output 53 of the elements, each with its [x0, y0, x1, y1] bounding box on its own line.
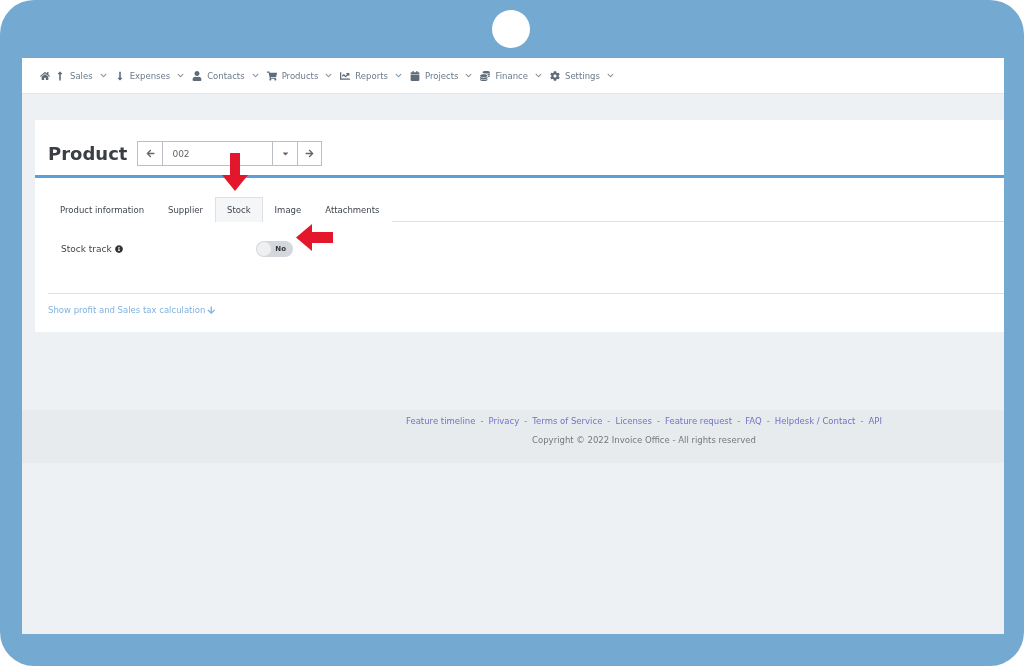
copyright-text: Copyright © 2022 Invoice Office - All rights reserved	[532, 435, 756, 445]
left-arrow-icon	[145, 149, 155, 158]
footer-link[interactable]: FAQ	[745, 416, 762, 426]
separator: -	[656, 416, 660, 426]
nav-menu-item[interactable]: Finance	[495, 70, 528, 81]
footer-link[interactable]: Helpdesk / Contact	[774, 416, 856, 426]
coins-icon	[480, 70, 491, 81]
nav-menu-item[interactable]: Reports	[355, 70, 388, 81]
down-arrow-icon	[207, 305, 216, 315]
separator: -	[860, 416, 864, 426]
tab[interactable]: Stock	[215, 197, 263, 222]
separator: -	[607, 416, 611, 426]
record-field[interactable]: 002	[162, 142, 274, 165]
chevron-down-icon	[251, 72, 259, 79]
nav-menu-item[interactable]: Expenses	[129, 70, 171, 81]
camera-dot	[492, 10, 530, 48]
field-label: Stock track	[61, 243, 112, 254]
footer-link[interactable]: API	[868, 416, 882, 426]
record-picker[interactable]: 002	[137, 141, 323, 166]
chevron-down-icon	[325, 72, 333, 79]
nav-menu-item[interactable]: Products	[281, 70, 319, 81]
chevron-down-icon	[535, 72, 542, 79]
calendar-icon	[409, 70, 420, 81]
chart-icon	[340, 70, 351, 81]
cart-icon	[266, 70, 277, 81]
chevron-down-icon	[99, 72, 107, 79]
settings-icon	[550, 70, 560, 81]
person-icon	[192, 70, 203, 81]
footer-link[interactable]: Licenses	[615, 416, 652, 426]
footer-link[interactable]: Feature request	[665, 416, 733, 426]
page-title: Product	[48, 143, 128, 164]
separator: -	[480, 416, 484, 426]
nav-menu-item[interactable]: Settings	[565, 70, 600, 81]
footer-link[interactable]: Privacy	[488, 416, 520, 426]
nav-menu-item[interactable]: Contacts	[207, 70, 245, 81]
separator: -	[737, 416, 741, 426]
up-arrow-icon	[55, 70, 65, 81]
separator: -	[766, 416, 770, 426]
chevron-down-icon	[465, 72, 473, 79]
footer-link[interactable]: Terms of Service	[532, 416, 603, 426]
right-arrow-icon	[305, 149, 315, 158]
nav-menu-item[interactable]: Sales	[70, 70, 93, 81]
home-icon[interactable]	[40, 70, 50, 81]
info-icon	[114, 244, 123, 253]
nav-menu-item[interactable]: Projects	[424, 70, 459, 81]
pointer-arrow-drawing	[296, 224, 333, 251]
separator: -	[524, 416, 528, 426]
pointer-arrow-drawing	[222, 153, 248, 191]
chevron-down-icon	[606, 72, 614, 79]
chevron-down-icon	[177, 72, 185, 79]
chevron-down-icon	[394, 72, 402, 79]
caret-icon	[280, 149, 290, 158]
footer-link[interactable]: Feature timeline	[406, 416, 476, 426]
